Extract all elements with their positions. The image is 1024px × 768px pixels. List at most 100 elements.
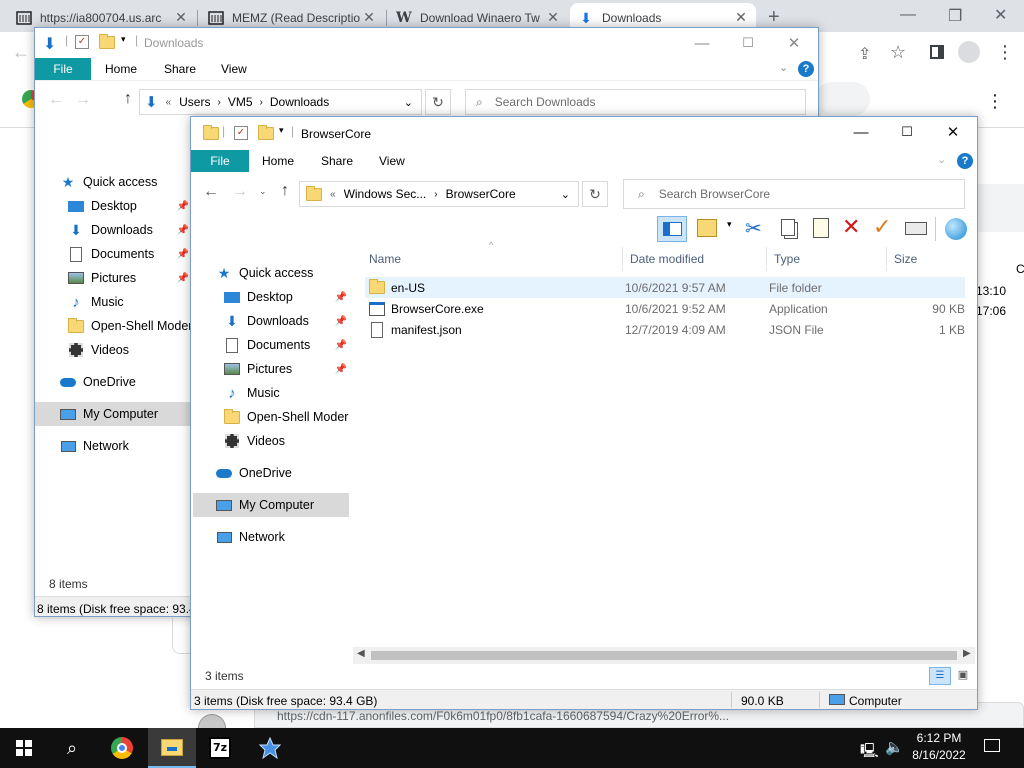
breadcrumb-item[interactable]: Users	[179, 95, 210, 109]
nav-downloads[interactable]: ⬇ Downloads 📌	[67, 218, 189, 242]
nav-network[interactable]: Network	[215, 525, 285, 549]
clock-date[interactable]: 8/16/2022	[908, 748, 970, 762]
ribbon-tab-file[interactable]: File	[191, 150, 249, 172]
file-row[interactable]: BrowserCore.exe 10/6/2021 9:52 AM Applic…	[365, 298, 965, 319]
nav-open-shell[interactable]: Open-Shell Modern	[223, 405, 349, 429]
nav-desktop[interactable]: Desktop 📌	[223, 285, 347, 309]
back-icon[interactable]: ←	[200, 183, 222, 201]
preview-pane-button[interactable]	[657, 216, 687, 242]
cut-icon[interactable]: ✂	[745, 216, 762, 241]
chrome-icon[interactable]	[98, 728, 146, 768]
ribbon-tab-home[interactable]: Home	[249, 150, 307, 172]
nav-quick-access[interactable]: ★ Quick access	[215, 261, 314, 285]
up-icon[interactable]: ↑	[117, 90, 139, 108]
minimize-button[interactable]: —	[838, 117, 884, 147]
properties-check-icon[interactable]: ✓	[873, 214, 891, 240]
maximize-button[interactable]: ☐	[884, 117, 930, 147]
clock-time[interactable]: 6:12 PM	[908, 731, 970, 745]
scrollbar-thumb[interactable]	[371, 651, 957, 660]
volume-icon[interactable]: 🔈	[885, 738, 904, 756]
search-input[interactable]: ⌕ Search BrowserCore	[623, 179, 965, 209]
close-icon[interactable]: ✕	[546, 9, 560, 26]
address-bar[interactable]: ⬇ « Users › VM5 › Downloads ⌄	[139, 89, 422, 115]
column-header-size[interactable]: Size	[894, 252, 917, 266]
quick-access-dropdown-icon[interactable]: ▾	[121, 34, 126, 45]
internet-options-icon[interactable]	[945, 218, 967, 240]
forward-icon[interactable]: →	[229, 183, 251, 201]
delete-icon[interactable]: ✕	[842, 214, 860, 240]
breadcrumb-item[interactable]: BrowserCore	[446, 187, 516, 201]
scroll-left-icon[interactable]: ◀	[357, 648, 365, 659]
nav-videos[interactable]: Videos	[223, 429, 285, 453]
minimize-icon[interactable]: —	[900, 6, 916, 24]
view-dropdown-icon[interactable]: ▾	[727, 219, 732, 230]
ribbon-tab-home[interactable]: Home	[92, 58, 150, 80]
notification-icon[interactable]	[984, 739, 1000, 752]
nav-my-computer[interactable]: My Computer	[193, 493, 349, 517]
nav-network[interactable]: Network	[59, 434, 129, 458]
share-icon[interactable]: ⇪	[858, 44, 871, 64]
nav-music[interactable]: ♪ Music	[67, 290, 123, 314]
large-icons-view-icon[interactable]: ▣	[953, 667, 973, 685]
column-divider[interactable]	[766, 247, 767, 271]
nav-pictures[interactable]: Pictures 📌	[67, 266, 189, 290]
downloads-more-icon[interactable]: ⋮	[986, 91, 1004, 112]
ribbon-tab-view[interactable]: View	[208, 58, 260, 80]
breadcrumb-item[interactable]: Windows Sec...	[344, 187, 427, 201]
ribbon-tab-file[interactable]: File	[35, 58, 91, 80]
side-panel-icon[interactable]	[930, 45, 944, 59]
column-header-type[interactable]: Type	[774, 252, 800, 266]
scroll-right-icon[interactable]: ▶	[963, 648, 971, 659]
file-row[interactable]: en-US 10/6/2021 9:57 AM File folder	[365, 277, 965, 298]
profile-avatar-icon[interactable]	[958, 41, 980, 63]
column-header-date[interactable]: Date modified	[630, 252, 704, 266]
nav-videos[interactable]: Videos	[67, 338, 129, 362]
close-icon[interactable]: ✕	[994, 5, 1007, 25]
maximize-button[interactable]: ☐	[725, 28, 771, 58]
details-view-icon[interactable]: ☰	[929, 667, 951, 685]
help-icon[interactable]: ?	[957, 153, 973, 169]
chevron-down-icon[interactable]: ⌄	[404, 96, 413, 109]
nav-pictures[interactable]: Pictures 📌	[223, 357, 347, 381]
7zip-icon[interactable]: 7z	[196, 728, 244, 768]
nav-onedrive[interactable]: OneDrive	[59, 370, 136, 394]
up-icon[interactable]: ↑	[274, 182, 296, 200]
back-icon[interactable]: ←	[45, 91, 67, 109]
chevron-down-icon[interactable]: ⌄	[561, 188, 570, 201]
close-icon[interactable]: ✕	[362, 9, 376, 26]
app-icon[interactable]	[246, 728, 294, 768]
new-folder-icon[interactable]	[99, 34, 115, 49]
ribbon-tab-share[interactable]: Share	[151, 58, 209, 80]
refresh-button[interactable]: ↻	[425, 89, 451, 115]
help-icon[interactable]: ?	[798, 61, 814, 77]
start-icon[interactable]	[0, 728, 48, 768]
close-button[interactable]: ✕	[930, 117, 976, 147]
nav-documents[interactable]: Documents 📌	[223, 333, 347, 357]
breadcrumb-item[interactable]: VM5	[228, 95, 253, 109]
close-button[interactable]: ✕	[771, 28, 817, 58]
column-header-name[interactable]: Name	[369, 252, 619, 266]
properties-icon[interactable]: ✓	[234, 126, 248, 140]
search-input[interactable]: ⌕ Search Downloads	[465, 89, 806, 115]
address-bar[interactable]: « Windows Sec... › BrowserCore ⌄	[299, 181, 579, 207]
file-row[interactable]: manifest.json 12/7/2019 4:09 AM JSON Fil…	[365, 319, 965, 340]
ribbon-tab-share[interactable]: Share	[308, 150, 366, 172]
rename-icon[interactable]	[905, 222, 927, 235]
nav-quick-access[interactable]: ★ Quick access	[59, 170, 158, 194]
back-icon[interactable]: ←	[12, 42, 30, 63]
recent-locations-icon[interactable]: ⌄	[259, 186, 267, 197]
file-explorer-icon[interactable]	[148, 728, 196, 768]
column-divider[interactable]	[622, 247, 623, 271]
menu-icon[interactable]: ⋮	[996, 42, 1014, 63]
breadcrumb-overflow-icon[interactable]: «	[166, 97, 172, 108]
nav-onedrive[interactable]: OneDrive	[215, 461, 292, 485]
expand-ribbon-icon[interactable]: ⌄	[937, 153, 946, 166]
search-icon[interactable]: ⌕	[48, 728, 96, 768]
view-options-icon[interactable]	[697, 219, 717, 237]
minimize-button[interactable]: —	[679, 28, 725, 58]
breadcrumb-overflow-icon[interactable]: «	[330, 189, 336, 200]
close-icon[interactable]: ✕	[734, 9, 748, 26]
nav-desktop[interactable]: Desktop 📌	[67, 194, 189, 218]
new-tab-icon[interactable]: +	[768, 6, 780, 29]
close-icon[interactable]: ✕	[174, 9, 188, 26]
